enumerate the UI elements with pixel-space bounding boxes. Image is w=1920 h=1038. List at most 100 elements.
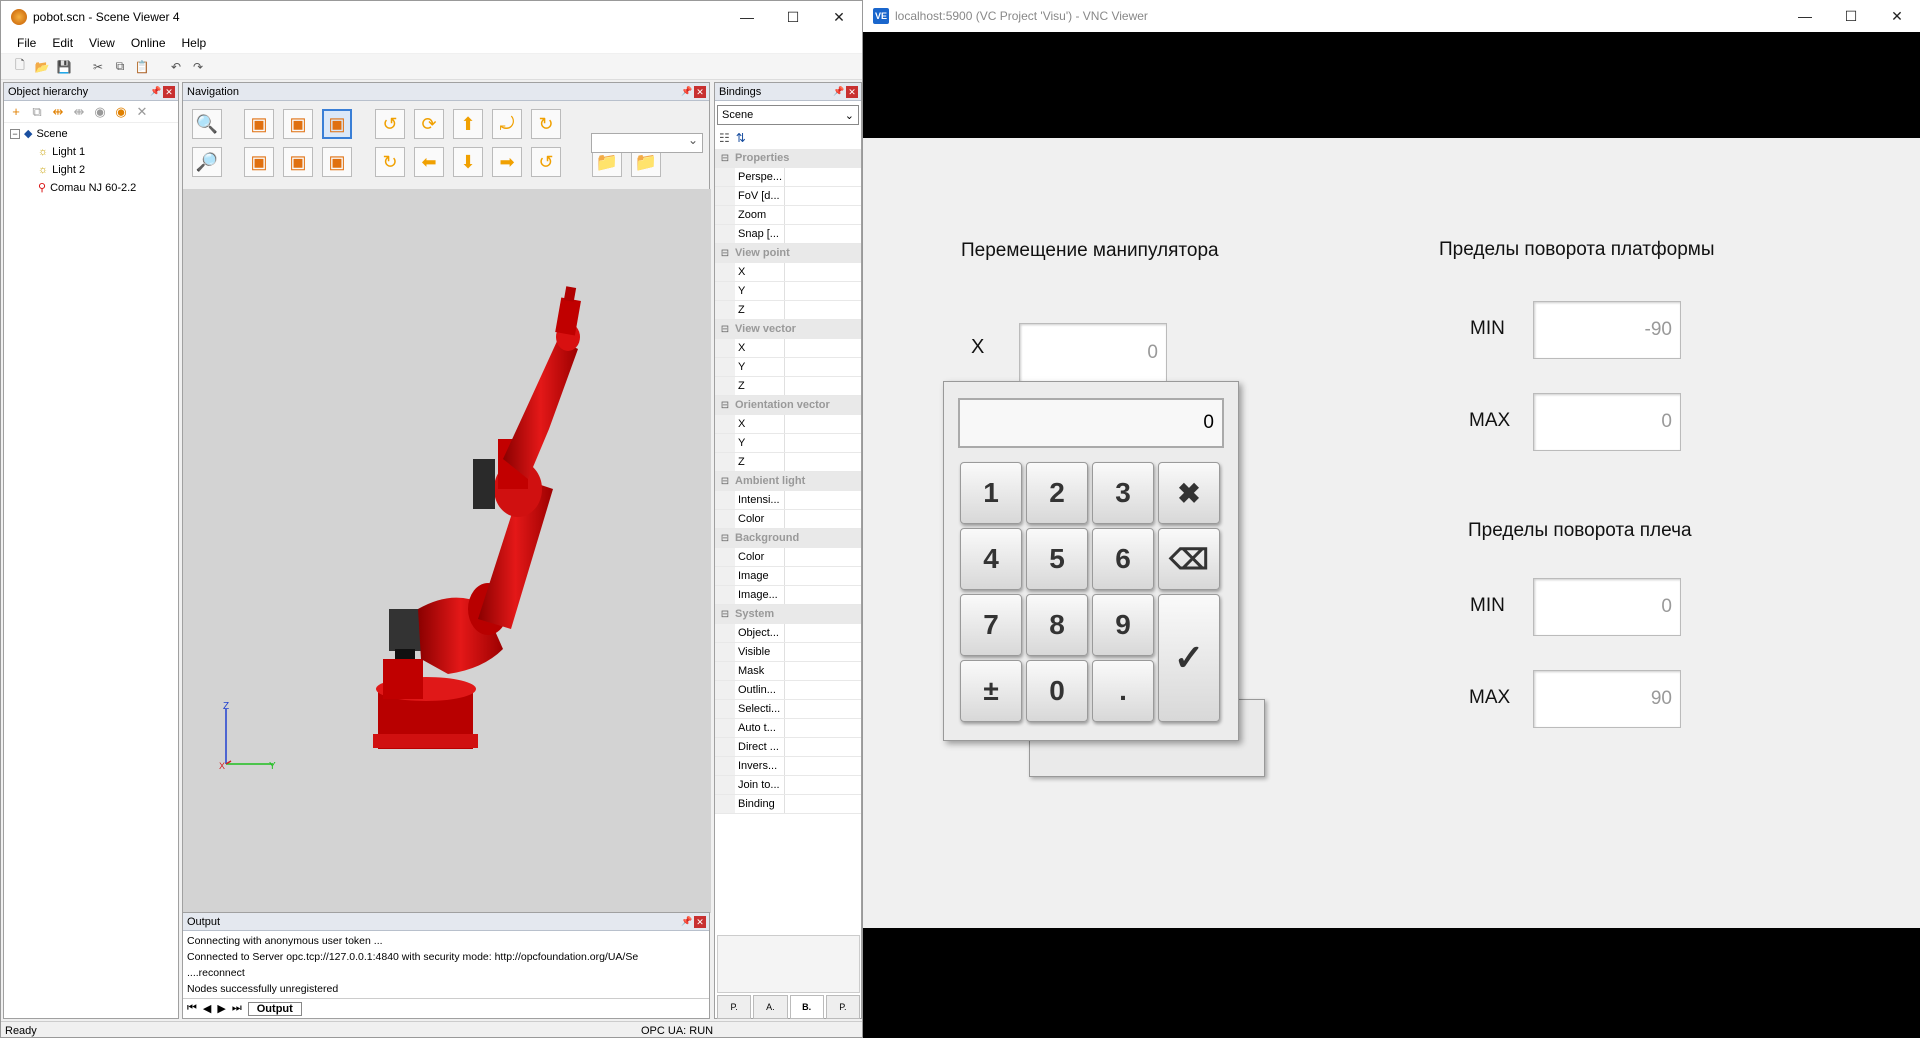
tree-node-scene[interactable]: − ◆ Scene [10,125,178,143]
property-value[interactable] [785,624,861,642]
vnc-titlebar[interactable]: VE localhost:5900 (VC Project 'Visu') - … [863,0,1920,32]
zoom-in-icon[interactable]: 🔍 [192,109,222,139]
property-category[interactable]: ⊟ System [715,605,861,624]
arrow-down-icon[interactable]: ⬇ [453,147,483,177]
property-row[interactable]: Object... [715,624,861,643]
property-value[interactable] [785,700,861,718]
arrow-right-icon[interactable]: ➡ [492,147,522,177]
property-value[interactable] [785,168,861,186]
maximize-icon[interactable]: ☐ [770,1,816,33]
categorized-icon[interactable]: ☷ [719,131,730,145]
menu-edit[interactable]: Edit [44,36,81,50]
property-value[interactable] [785,282,861,300]
copy-icon[interactable]: ⧉ [111,58,129,76]
property-row[interactable]: Color [715,548,861,567]
tree-node-light2[interactable]: ☼ Light 2 [10,161,178,179]
tree-node-light1[interactable]: ☼ Light 1 [10,143,178,161]
property-category[interactable]: ⊟ Background [715,529,861,548]
property-value[interactable] [785,586,861,604]
property-value[interactable] [785,662,861,680]
property-value[interactable] [785,567,861,585]
tab-output[interactable]: Output [247,1001,302,1016]
property-row[interactable]: Auto t... [715,719,861,738]
expand-icon[interactable]: ⇹ [50,104,66,120]
view-bottom-icon[interactable]: ▣ [322,147,352,177]
new-file-icon[interactable]: 🗋 [11,58,29,76]
key-5[interactable]: 5 [1026,528,1088,590]
minimize-icon[interactable]: — [724,1,770,33]
property-row[interactable]: Intensi... [715,491,861,510]
shoulder-min-field[interactable]: 0 [1533,578,1681,636]
add-icon[interactable]: + [8,104,24,119]
arrow-up-icon[interactable]: ⬆ [453,109,483,139]
paste-icon[interactable]: 📋 [133,58,151,76]
property-value[interactable] [785,206,861,224]
property-value[interactable] [785,681,861,699]
rotate-left-icon[interactable]: ↺ [375,109,405,139]
property-row[interactable]: Z [715,301,861,320]
property-row[interactable]: Zoom [715,206,861,225]
rotate-cw-icon[interactable]: ↻ [531,109,561,139]
platform-min-field[interactable]: -90 [1533,301,1681,359]
property-row[interactable]: Image... [715,586,861,605]
tab-p1[interactable]: P. [717,995,752,1019]
close-panel-icon[interactable]: ✕ [694,915,706,928]
prev-page-icon[interactable]: ◀ [203,1002,211,1015]
collapse-toggle-icon[interactable]: ⊟ [715,244,735,263]
property-value[interactable] [785,301,861,319]
view-side-icon[interactable]: ▣ [283,109,313,139]
tab-p2[interactable]: P. [825,995,860,1019]
arrow-left-icon[interactable]: ⬅ [414,147,444,177]
key-9[interactable]: 9 [1092,594,1154,656]
property-value[interactable] [785,415,861,433]
pin-icon[interactable]: 📌 [680,86,694,97]
key-enter-icon[interactable]: ✓ [1158,594,1220,722]
property-category[interactable]: ⊟ View point [715,244,861,263]
key-4[interactable]: 4 [960,528,1022,590]
3d-viewport[interactable]: Z Y X [183,189,711,913]
property-value[interactable] [785,377,861,395]
key-7[interactable]: 7 [960,594,1022,656]
property-row[interactable]: Direct ... [715,738,861,757]
key-6[interactable]: 6 [1092,528,1154,590]
property-value[interactable] [785,795,861,813]
menu-online[interactable]: Online [123,36,174,50]
property-row[interactable]: X [715,339,861,358]
key-plusminus[interactable]: ± [960,660,1022,722]
rotate-right-icon[interactable]: ↻ [375,147,405,177]
redo-icon[interactable]: ↷ [189,58,207,76]
camera-select[interactable] [591,133,703,153]
property-row[interactable]: Y [715,434,861,453]
property-row[interactable]: Perspe... [715,168,861,187]
property-value[interactable] [785,491,861,509]
pin-icon[interactable]: 📌 [832,86,846,97]
last-page-icon[interactable]: ⏭ [232,1002,242,1015]
property-row[interactable]: Invers... [715,757,861,776]
key-2[interactable]: 2 [1026,462,1088,524]
rotate-vertical-icon[interactable]: ⟳ [414,109,444,139]
view-iso-icon[interactable]: ▣ [283,147,313,177]
duplicate-icon[interactable]: ⧉ [29,104,45,120]
property-value[interactable] [785,263,861,281]
property-value[interactable] [785,339,861,357]
eye-active-icon[interactable]: ◉ [113,104,129,120]
close-icon[interactable]: ✕ [816,1,862,33]
tab-a[interactable]: A. [753,995,788,1019]
pin-icon[interactable]: 📌 [680,916,694,927]
property-row[interactable]: Z [715,453,861,472]
tab-b[interactable]: B. [789,995,824,1019]
property-category[interactable]: ⊟ Orientation vector [715,396,861,415]
property-row[interactable]: Y [715,282,861,301]
property-row[interactable]: Image [715,567,861,586]
property-row[interactable]: Join to... [715,776,861,795]
property-value[interactable] [785,225,861,243]
cut-icon[interactable]: ✂ [89,58,107,76]
key-decimal[interactable]: . [1092,660,1154,722]
zoom-out-icon[interactable]: 🔎 [192,147,222,177]
property-row[interactable]: Y [715,358,861,377]
collapse-toggle-icon[interactable]: ⊟ [715,529,735,548]
property-row[interactable]: Color [715,510,861,529]
property-row[interactable]: Snap [... [715,225,861,244]
collapse-icon[interactable]: ⇼ [71,104,87,120]
property-value[interactable] [785,719,861,737]
